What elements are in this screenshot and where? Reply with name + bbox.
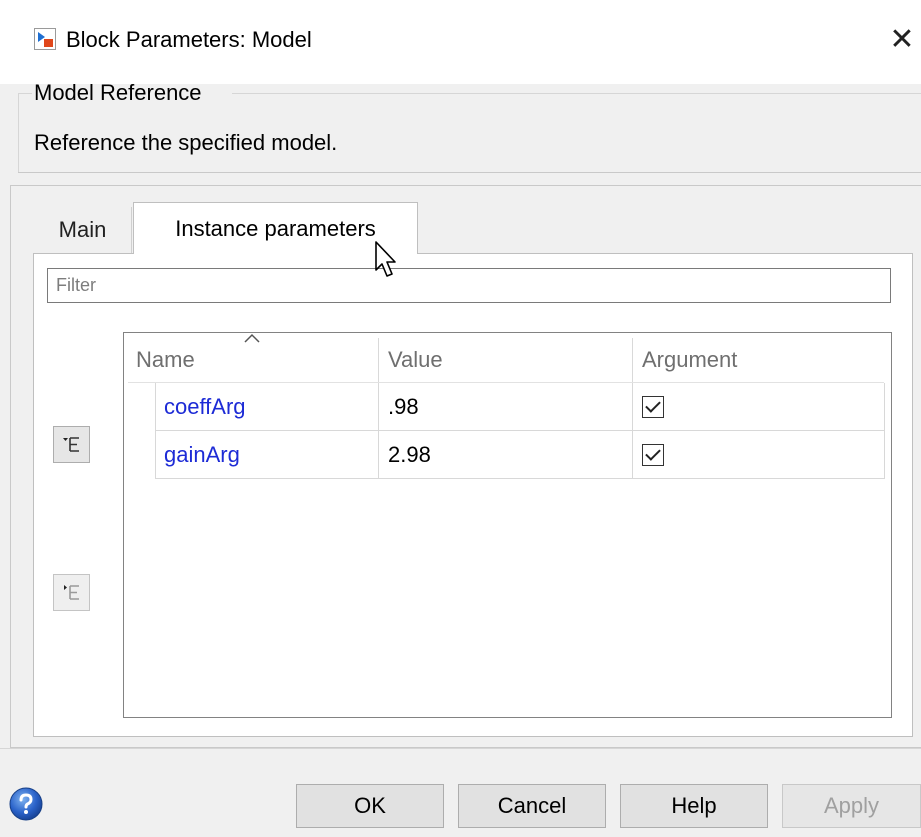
group-legend: Model Reference	[34, 80, 202, 105]
window-title: Block Parameters: Model	[66, 27, 312, 52]
footer-divider	[0, 748, 921, 749]
column-divider[interactable]	[378, 338, 379, 382]
cell-divider	[632, 383, 633, 479]
param-value-cell[interactable]: 2.98	[388, 431, 431, 479]
tab-main[interactable]: Main	[34, 207, 132, 253]
group-border-left	[18, 93, 19, 173]
cancel-button[interactable]: Cancel	[458, 784, 606, 828]
group-border-left-top	[18, 93, 32, 94]
simulink-app-icon	[34, 28, 56, 50]
param-value-cell[interactable]: .98	[388, 383, 419, 431]
ok-button[interactable]: OK	[296, 784, 444, 828]
argument-checkbox[interactable]	[642, 396, 664, 418]
apply-button[interactable]: Apply	[782, 784, 921, 828]
argument-checkbox[interactable]	[642, 444, 664, 466]
group-border-bottom	[18, 172, 921, 173]
filter-input[interactable]	[47, 268, 891, 303]
column-header-argument[interactable]: Argument	[642, 338, 882, 382]
param-name-cell[interactable]: gainArg	[164, 431, 240, 479]
help-icon[interactable]	[8, 786, 44, 822]
group-description: Reference the specified model.	[34, 130, 338, 155]
table-row[interactable]	[155, 431, 884, 479]
collapse-tree-button[interactable]	[53, 574, 90, 611]
param-name-cell[interactable]: coeffArg	[164, 383, 246, 431]
cell-divider	[884, 383, 885, 479]
table-row[interactable]	[155, 383, 884, 431]
expand-tree-button[interactable]	[53, 426, 90, 463]
mouse-pointer-icon	[375, 241, 396, 277]
close-button[interactable]: ✕	[884, 22, 920, 58]
cell-divider	[378, 383, 379, 479]
expand-tree-icon	[63, 437, 79, 452]
column-header-name[interactable]: Name	[136, 338, 376, 382]
column-header-value[interactable]: Value	[388, 338, 628, 382]
collapse-tree-icon	[64, 585, 79, 600]
column-divider[interactable]	[632, 338, 633, 382]
group-border-top	[232, 93, 921, 94]
help-button[interactable]: Help	[620, 784, 768, 828]
